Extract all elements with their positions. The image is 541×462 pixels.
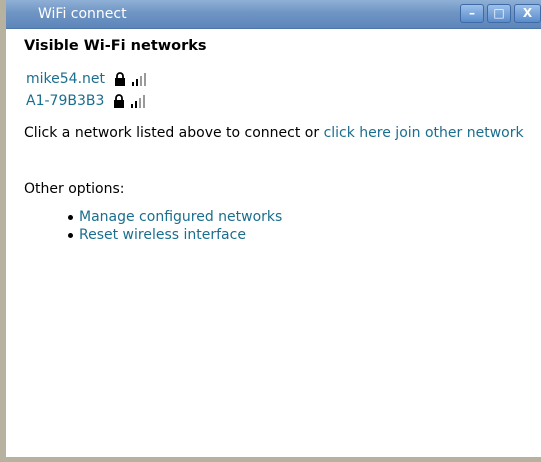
bullet-icon [68,232,73,238]
network-item[interactable]: A1-79B3B3 [26,92,146,110]
lock-icon [114,94,125,108]
page-title: Visible Wi-Fi networks [24,38,207,54]
list-item: Reset wireless interface [68,226,282,244]
network-link[interactable]: mike54.net [26,70,105,88]
other-options-list: Manage configured networks Reset wireles… [68,208,282,244]
bullet-icon [68,214,73,220]
lock-icon [115,72,125,86]
signal-strength-icon [132,72,146,86]
title-bar[interactable]: WiFi connect – □ X [6,0,541,29]
other-options-label: Other options: [24,181,125,197]
instruction-label: Click a network listed above to connect … [24,125,324,141]
instruction-text: Click a network listed above to connect … [24,124,524,142]
network-link[interactable]: A1-79B3B3 [26,92,104,110]
reset-interface-link[interactable]: Reset wireless interface [79,226,246,244]
window-title: WiFi connect [38,6,127,22]
wifi-connect-window: WiFi connect – □ X Visible Wi-Fi network… [0,0,541,462]
close-button[interactable]: X [514,4,541,23]
network-item[interactable]: mike54.net [26,70,146,88]
maximize-button[interactable]: □ [487,4,511,23]
signal-strength-icon [131,94,146,108]
manage-networks-link[interactable]: Manage configured networks [79,208,282,226]
join-other-network-link[interactable]: click here join other network [324,125,524,141]
list-item: Manage configured networks [68,208,282,226]
content-area: Visible Wi-Fi networks mike54.net A1-79B… [24,29,541,457]
minimize-button[interactable]: – [460,4,484,23]
